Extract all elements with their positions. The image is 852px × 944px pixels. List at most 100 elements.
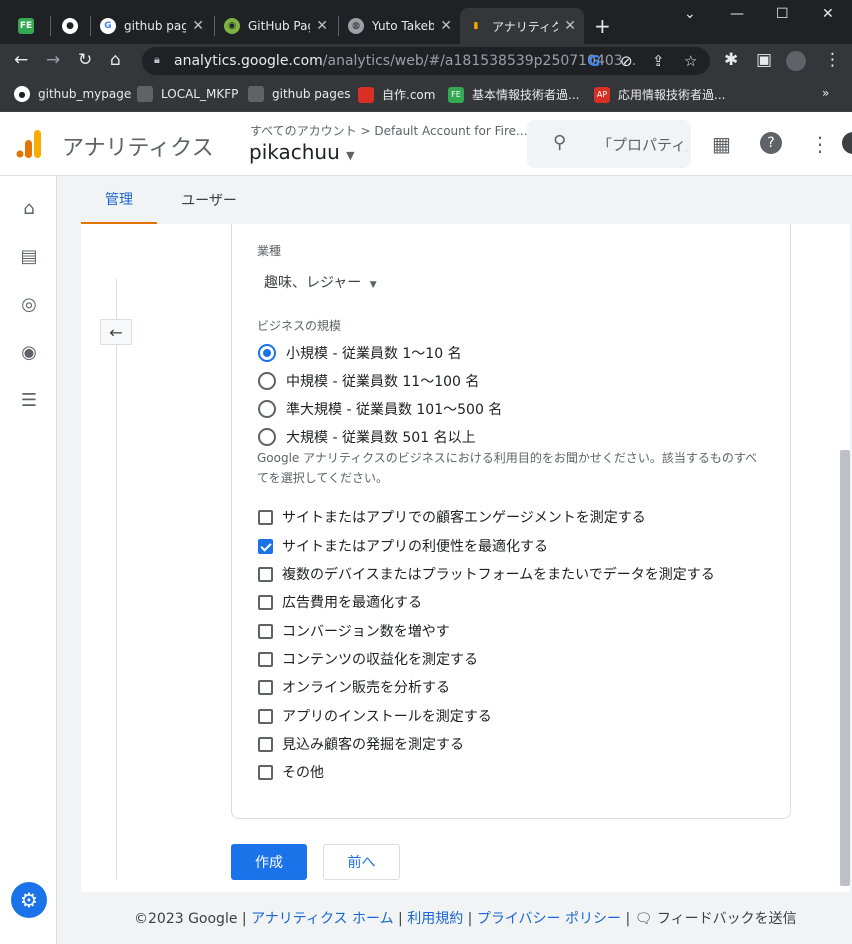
browser-tab-active[interactable]: ▮ アナリティクス ✕ — [460, 8, 584, 44]
apps-grid-icon[interactable]: ▦ — [712, 132, 731, 156]
avatar[interactable] — [786, 51, 806, 71]
radio-button[interactable] — [258, 372, 276, 390]
checkbox-item[interactable]: 見込み顧客の発掘を測定する — [258, 734, 464, 754]
radio-button[interactable] — [258, 400, 276, 418]
bookmark-item[interactable]: 自作.com — [358, 86, 435, 103]
close-icon[interactable]: ✕ — [192, 18, 204, 34]
business-size-label: ビジネスの規模 — [257, 319, 342, 333]
close-icon[interactable]: ✕ — [440, 18, 452, 34]
bookmark-item[interactable]: AP 応用情報技術者過... — [594, 86, 725, 103]
checkbox[interactable] — [258, 623, 273, 639]
browser-tab[interactable]: G github pag ✕ — [92, 8, 212, 44]
purpose-description: Google アナリティクスのビジネスにおける利用目的をお聞かせください。該当す… — [257, 451, 757, 485]
side-panel-icon[interactable]: ▣ — [756, 50, 772, 70]
address-bar[interactable]: 🔒︎ analytics.google.com/analytics/web/#/… — [142, 47, 710, 75]
tab-title: Yuto Takeb — [372, 19, 435, 33]
close-icon[interactable]: ✕ — [564, 18, 576, 34]
help-icon[interactable]: ? — [760, 132, 782, 154]
eye-off-icon[interactable]: ⊘ — [620, 52, 633, 70]
reload-icon[interactable]: ↻ — [78, 50, 92, 70]
radio-size-medium[interactable]: 中規模 - 従業員数 11～100 名 — [258, 371, 479, 391]
back-icon[interactable]: ← — [14, 50, 28, 70]
checkbox[interactable] — [258, 538, 273, 554]
checkbox-label: 広告費用を最適化する — [282, 595, 422, 611]
property-selector[interactable]: pikachuu ▼ — [249, 140, 355, 164]
bookmark-item[interactable]: LOCAL_MKFP — [137, 86, 238, 102]
home-icon[interactable]: ⌂ — [110, 50, 121, 70]
radio-size-large[interactable]: 大規模 - 従業員数 501 名以上 — [258, 427, 476, 447]
forward-icon[interactable]: → — [46, 50, 60, 70]
industry-dropdown[interactable]: 趣味、レジャー ▼ — [264, 272, 377, 292]
analytics-home-link[interactable]: アナリティクス ホーム — [251, 911, 394, 927]
checkbox-item[interactable]: サイトまたはアプリの利便性を最適化する — [258, 536, 548, 556]
checkbox[interactable] — [258, 708, 273, 724]
checkbox-item[interactable]: その他 — [258, 762, 324, 782]
more-bookmarks-icon[interactable]: » — [822, 86, 829, 100]
bookmark-label: github pages — [272, 87, 351, 101]
explore-icon[interactable]: ◎ — [18, 294, 40, 316]
tab-user[interactable]: ユーザー — [165, 176, 253, 224]
star-icon[interactable]: ☆ — [684, 52, 697, 70]
feedback-link[interactable]: フィードバックを送信 — [657, 911, 797, 927]
minimize-icon[interactable]: — — [730, 6, 744, 22]
privacy-link[interactable]: プライバシー ポリシー — [477, 911, 621, 927]
radio-label: 準大規模 - 従業員数 101～500 名 — [286, 402, 503, 418]
radio-size-semi-large[interactable]: 準大規模 - 従業員数 101～500 名 — [258, 399, 502, 419]
checkbox[interactable] — [258, 679, 273, 695]
browser-tab[interactable]: ● — [54, 8, 90, 44]
new-tab-icon[interactable]: + — [594, 14, 611, 38]
checkbox-item[interactable]: コンバージョン数を増やす — [258, 621, 450, 641]
previous-button[interactable]: 前へ — [323, 844, 400, 880]
maximize-icon[interactable]: ☐ — [776, 6, 789, 22]
search-box[interactable]: ⚲ 「プロパティ」 — [527, 120, 691, 168]
scrollbar-thumb[interactable] — [840, 450, 850, 886]
home-icon[interactable]: ⌂ — [18, 198, 40, 220]
checkbox-item[interactable]: 複数のデバイスまたはプラットフォームをまたいでデータを測定する — [258, 564, 715, 584]
checkbox[interactable] — [258, 764, 273, 780]
checkbox-label: 見込み顧客の発掘を測定する — [282, 737, 464, 753]
browser-tab[interactable]: ◉ GitHub Pag ✕ — [216, 8, 336, 44]
more-vert-icon[interactable]: ⋮ — [810, 132, 830, 156]
terms-link[interactable]: 利用規約 — [407, 911, 463, 927]
reports-icon[interactable]: ▤ — [18, 246, 40, 268]
avatar[interactable] — [842, 132, 852, 154]
checkbox-item[interactable]: オンライン販売を分析する — [258, 677, 450, 697]
checkbox[interactable] — [258, 509, 273, 525]
checkbox[interactable] — [258, 594, 273, 610]
radio-button[interactable] — [258, 344, 276, 362]
tab-admin[interactable]: 管理 — [81, 176, 157, 224]
checkbox-item[interactable]: 広告費用を最適化する — [258, 592, 422, 612]
more-vert-icon[interactable]: ⋮ — [824, 50, 841, 70]
chevron-down-icon[interactable]: ⌄ — [684, 6, 696, 22]
checkbox[interactable] — [258, 566, 273, 582]
browser-tab[interactable]: FE — [10, 8, 46, 44]
back-arrow-icon[interactable]: ← — [100, 319, 132, 345]
extensions-icon[interactable]: ✱ — [724, 50, 738, 70]
checkbox-item[interactable]: サイトまたはアプリでの顧客エンゲージメントを測定する — [258, 507, 646, 527]
share-icon[interactable]: ⇪ — [652, 52, 665, 70]
create-button[interactable]: 作成 — [231, 844, 307, 880]
window-close-icon[interactable]: ✕ — [822, 6, 834, 22]
footer: ©2023 Google | アナリティクス ホーム | 利用規約 | プライバ… — [57, 892, 852, 944]
caret-down-icon: ▼ — [346, 149, 355, 162]
bookmark-item[interactable]: github pages — [248, 86, 351, 102]
google-lens-icon[interactable]: G — [588, 52, 600, 70]
breadcrumb[interactable]: すべてのアカウント > Default Account for Fire... — [250, 122, 527, 139]
radio-label: 大規模 - 従業員数 501 名以上 — [286, 430, 476, 446]
calendar-icon — [358, 86, 374, 103]
close-icon[interactable]: ✕ — [316, 18, 328, 34]
settings-gear-icon[interactable]: ⚙ — [11, 882, 47, 918]
advertising-icon[interactable]: ◉ — [18, 342, 40, 364]
radio-size-small[interactable]: 小規模 - 従業員数 1～10 名 — [258, 343, 462, 363]
browser-tab[interactable]: ◍ Yuto Takeb ✕ — [340, 8, 460, 44]
bookmark-item[interactable]: FE 基本情報技術者過... — [448, 86, 579, 103]
bookmark-item[interactable]: ● github_mypage — [14, 86, 131, 102]
configure-icon[interactable]: ☰ — [18, 390, 40, 412]
radio-button[interactable] — [258, 428, 276, 446]
checkbox[interactable] — [258, 736, 273, 752]
checkbox-item[interactable]: コンテンツの収益化を測定する — [258, 649, 478, 669]
checkbox[interactable] — [258, 651, 273, 667]
analytics-icon: ▮ — [473, 21, 479, 31]
checkbox-item[interactable]: アプリのインストールを測定する — [258, 706, 492, 726]
analytics-logo-icon — [16, 130, 41, 158]
